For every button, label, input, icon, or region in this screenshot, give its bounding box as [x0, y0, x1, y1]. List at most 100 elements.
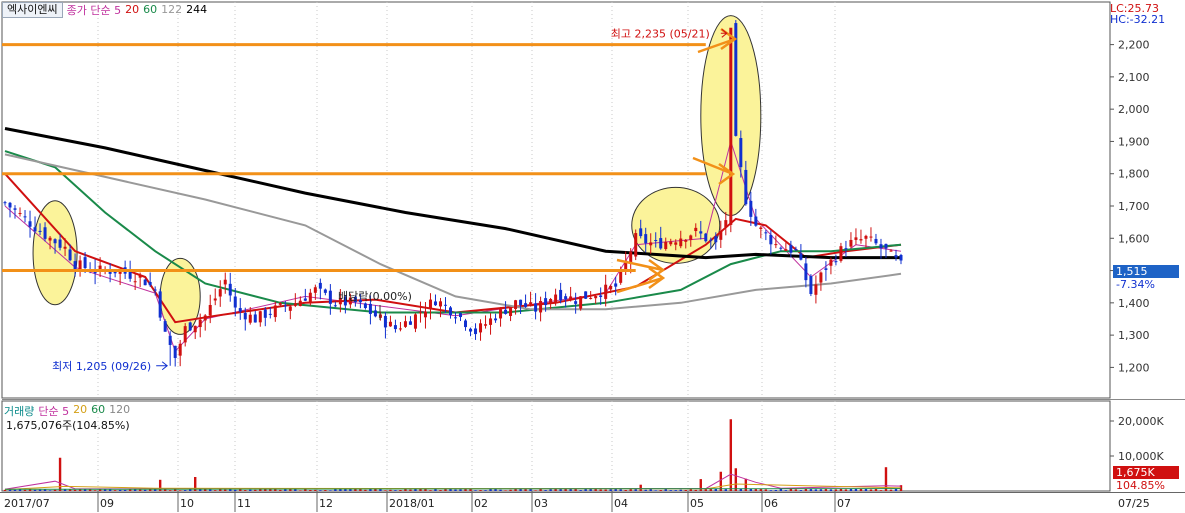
candle-body [604, 284, 608, 299]
candle-body [774, 244, 778, 246]
candle-body [459, 313, 463, 318]
candle-body [879, 244, 883, 249]
candle-body [784, 249, 788, 251]
candle-body [173, 345, 177, 358]
ma-legend-5: 종가 단순 5 [66, 3, 122, 17]
candle-body [859, 239, 863, 241]
candle-body [889, 250, 893, 252]
x-tick-label: 2017/07 [4, 497, 50, 510]
candle-body [699, 231, 703, 234]
volume-bar [73, 489, 77, 491]
volume-bar [609, 489, 612, 491]
volume-bar [309, 489, 312, 491]
volume-bar [709, 489, 712, 491]
candle-body [153, 289, 157, 291]
ma-legend-20: 20 [125, 3, 140, 16]
candle-body [313, 287, 317, 293]
candle-body [689, 235, 693, 240]
candle-body [198, 319, 202, 328]
y-tick-label: 1,300 [1118, 329, 1150, 342]
candle-body [28, 221, 32, 227]
volume-bar [224, 489, 227, 491]
candle-body [243, 312, 247, 320]
volume-bar [229, 489, 232, 491]
volume-bar [764, 489, 768, 491]
volume-bar [479, 490, 482, 491]
volume-bar [143, 489, 147, 491]
y-tick-label: 1,800 [1118, 168, 1150, 181]
candle-body [884, 243, 888, 249]
volume-bar [619, 489, 622, 491]
ma-legend-122: 122 [161, 3, 183, 16]
volume-bar [559, 489, 562, 491]
candle-body [388, 321, 392, 327]
candle-body [13, 208, 17, 210]
candle-body [63, 246, 67, 249]
candle-body [208, 304, 212, 316]
ma-legend-60: 60 [143, 3, 158, 16]
volume-bar [579, 490, 582, 491]
candle-body [499, 309, 503, 319]
volume-bar [148, 489, 152, 491]
candle-body [43, 227, 47, 239]
candle-body [438, 301, 442, 307]
candle-body [594, 296, 598, 299]
candle-body [794, 249, 798, 251]
candle-body [579, 296, 583, 309]
volume-bar [33, 489, 37, 491]
volume-bar [794, 489, 798, 491]
candle-body [814, 284, 818, 295]
candle-body [554, 294, 558, 303]
volume-bar [254, 489, 257, 491]
candle-body [383, 315, 387, 328]
y-tick-label: 1,400 [1118, 297, 1150, 310]
chart-canvas[interactable]: 2017/07 09 10 11 12 2018/01 02 03 04 05 06 07 07/25 1… [0, 0, 1185, 513]
candle-body [804, 263, 808, 281]
candle-body [428, 299, 432, 310]
volume-bar [209, 489, 212, 491]
volume-bar [659, 490, 662, 491]
x-tick-label: 03 [534, 497, 548, 510]
volume-bar [234, 489, 237, 491]
volume-bar [784, 490, 788, 491]
volume-bar [859, 488, 863, 491]
volume-bar [524, 489, 527, 491]
y-tick-label: 1,700 [1118, 200, 1150, 213]
y-tick-label: 1,200 [1118, 361, 1150, 374]
volume-bar [689, 489, 692, 491]
candle-body [163, 321, 167, 332]
x-tick-label: 07 [837, 497, 851, 510]
candle-body [779, 247, 783, 249]
volume-bar [729, 419, 733, 491]
candle-body [213, 298, 217, 301]
candle-body [133, 281, 137, 283]
volume-bar [464, 489, 467, 491]
candle-body [829, 259, 833, 266]
candle-body [23, 216, 27, 218]
candle-body [443, 304, 447, 306]
volume-bar [774, 489, 778, 491]
candle-body [729, 27, 733, 225]
volume-bar [444, 489, 447, 491]
volume-bar [53, 489, 57, 491]
change-pct-label: -7.34% [1116, 278, 1155, 291]
stock-name-field[interactable]: 엑사이엔씨 [2, 1, 63, 18]
volume-bar [474, 490, 477, 491]
candle-body [489, 318, 493, 325]
candle-body [218, 289, 222, 297]
current-volume-box: 1,675K [1113, 466, 1179, 479]
volume-bar [754, 489, 758, 491]
candle-body [73, 261, 77, 270]
candle-body [609, 285, 613, 290]
candle-body [464, 320, 468, 328]
stock-chart-window: 2017/07 09 10 11 12 2018/01 02 03 04 05 06 07 07/25 1… [0, 0, 1185, 513]
highlight-ellipse [631, 186, 721, 264]
candle-body [48, 237, 52, 241]
volume-bar [819, 489, 823, 491]
candle-body [524, 303, 528, 307]
volume-bar [319, 490, 322, 491]
volume-bar [138, 489, 142, 491]
candle-body [363, 303, 367, 309]
volume-bar [259, 489, 262, 491]
current-price-box: 1,515 [1113, 265, 1179, 278]
